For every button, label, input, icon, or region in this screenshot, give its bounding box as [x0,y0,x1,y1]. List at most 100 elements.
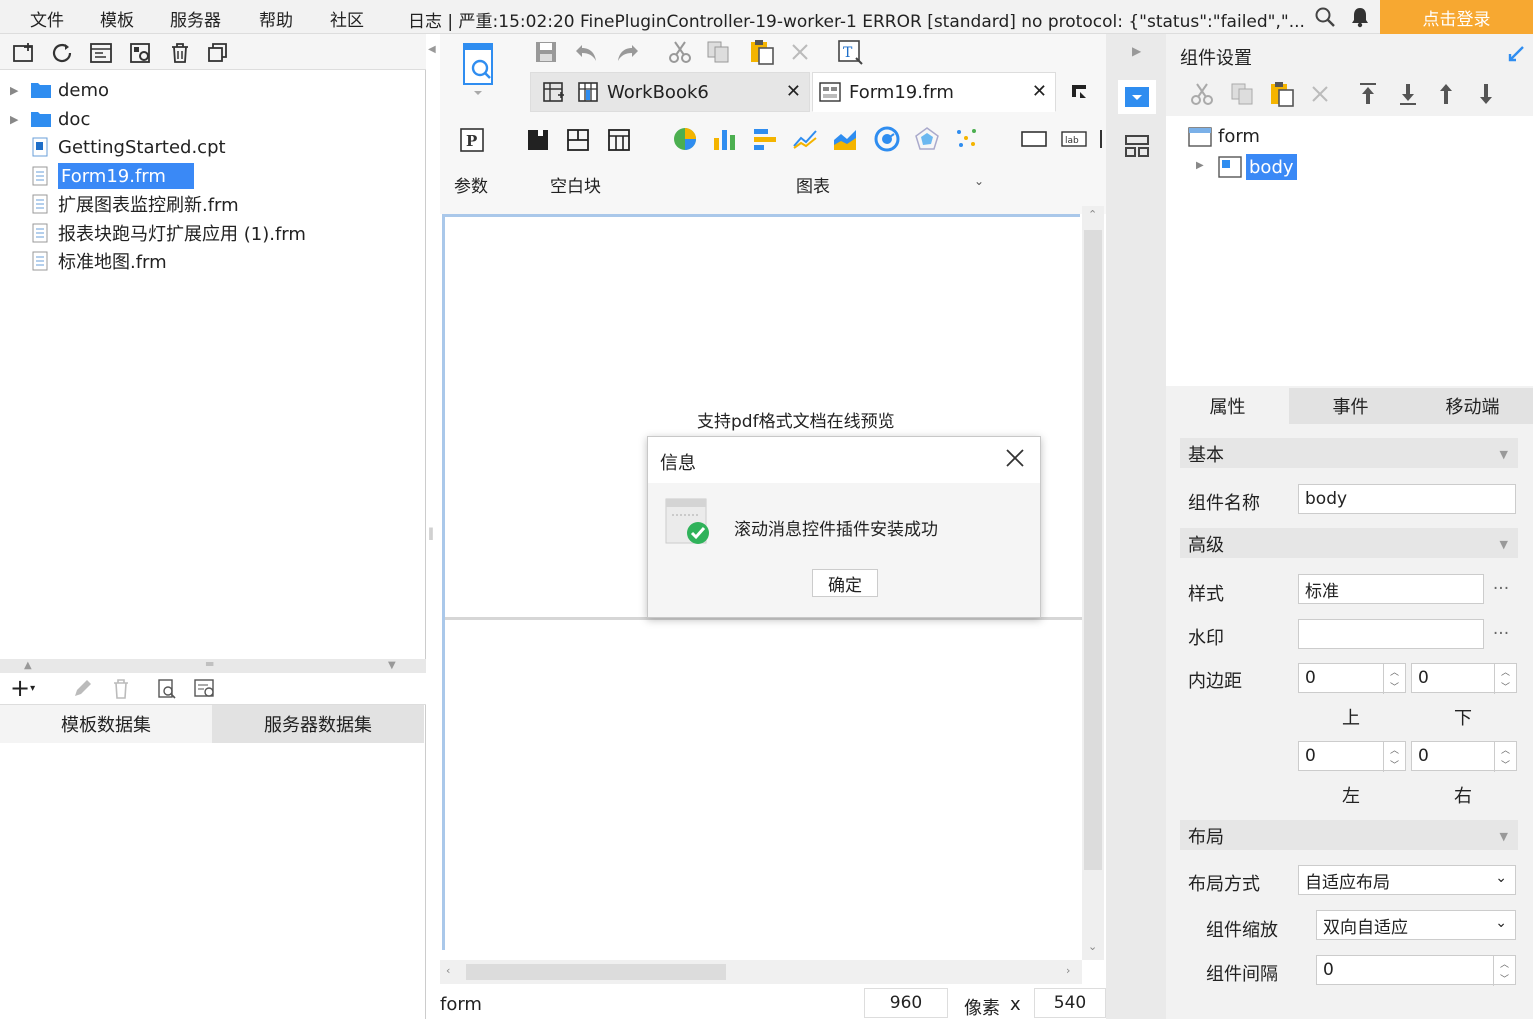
copy-widget-icon[interactable] [1230,82,1256,106]
move-down-icon[interactable] [1476,82,1496,106]
vertical-scrollbar[interactable]: ⌃ ⌄ [1082,206,1104,960]
menu-community[interactable]: 社区 [330,6,364,31]
tree-item-demo[interactable]: ▶ demo [10,77,109,103]
stepper-icon[interactable]: ︿ ﹀ [1494,664,1516,694]
refresh-icon[interactable] [51,42,75,64]
param-icon[interactable]: P [460,128,484,152]
remove-icon[interactable] [790,42,810,62]
drag-handle-icon[interactable]: ═ [206,657,213,671]
copy-window-icon[interactable] [206,42,230,64]
settings-icon[interactable] [129,42,153,64]
layout-settings-icon[interactable] [1124,134,1150,158]
horizontal-bar-icon[interactable] [752,126,778,152]
login-button[interactable]: 点击登录 [1380,0,1533,34]
paste-icon[interactable] [748,38,776,66]
close-tab-icon[interactable]: ✕ [786,81,801,102]
tree-node-body[interactable]: body [1246,154,1297,180]
scroll-up-icon[interactable]: ⌃ [1088,208,1097,221]
text-edit-icon[interactable]: T [838,40,864,66]
paste-widget-icon[interactable] [1268,80,1296,108]
grid-block-icon[interactable] [607,128,631,152]
area-chart-icon[interactable] [832,126,858,152]
scale-select[interactable]: 双向自适应 ⌄ [1316,910,1516,940]
split-block-icon[interactable] [566,128,590,152]
close-icon[interactable] [1004,447,1026,469]
tab-properties[interactable]: 属性 [1166,388,1289,424]
move-up-icon[interactable] [1436,82,1456,106]
menu-server[interactable]: 服务器 [170,6,221,31]
new-folder-icon[interactable] [12,42,36,64]
search-icon[interactable] [1314,6,1336,28]
layout-mode-select[interactable]: 自适应布局 ⌄ [1298,865,1516,895]
collapse-up-icon[interactable]: ▲ [24,660,32,671]
chart-expand-icon[interactable]: ⌄ [974,174,984,188]
collapse-left-icon[interactable]: ◀ [428,44,436,55]
component-name-input[interactable]: body [1298,484,1516,514]
bar-chart-icon[interactable] [712,126,738,152]
tree-item-map[interactable]: 标准地图.frm [10,248,167,274]
delete-icon[interactable] [168,42,192,64]
scatter-chart-icon[interactable] [954,126,980,152]
pin-icon[interactable] [1508,44,1526,62]
padding-left-input[interactable]: 0 ︿ ﹀ [1298,741,1406,772]
cut-icon[interactable] [668,40,692,64]
tree-item-form19[interactable]: Form19.frm [10,163,194,189]
close-tab-icon[interactable]: ✕ [1032,81,1047,102]
tab-menu-icon[interactable] [1068,80,1092,102]
splitter-handle-icon[interactable]: ‖ [428,526,434,540]
style-input[interactable]: 标准 [1298,574,1484,604]
section-advanced[interactable]: 高级 ▼ [1180,528,1518,558]
tab-form19[interactable]: Form19.frm ✕ [812,72,1056,112]
preview-dataset-icon[interactable] [156,679,178,699]
tree-item-monitor[interactable]: 扩展图表监控刷新.frm [10,191,239,217]
menu-help[interactable]: 帮助 [259,6,293,31]
section-basic[interactable]: 基本 ▼ [1180,438,1518,468]
delete-dataset-icon[interactable] [110,679,132,699]
watermark-more-button[interactable]: ··· [1486,619,1516,649]
textbox-widget-icon[interactable] [1020,130,1048,148]
tab-server-dataset[interactable]: 服务器数据集 [212,705,424,743]
cut-widget-icon[interactable] [1190,82,1214,106]
tab-workbook6[interactable]: WorkBook6 ✕ [530,72,810,112]
menu-file[interactable]: 文件 [30,6,64,31]
height-input[interactable]: 540 [1034,988,1106,1018]
horizontal-scrollbar[interactable]: ‹ › [440,960,1082,984]
label-widget-icon[interactable]: lab [1060,130,1088,148]
remove-widget-icon[interactable] [1310,84,1330,104]
radar-chart-icon[interactable] [914,126,940,152]
menu-template[interactable]: 模板 [100,6,134,31]
widget-settings-icon[interactable] [1118,80,1156,114]
tree-item-doc[interactable]: ▶ doc [10,106,90,132]
stepper-icon[interactable]: ︿ ﹀ [1383,742,1405,772]
edit-icon[interactable] [72,679,94,699]
log-message[interactable]: 日志 | 严重:15:02:20 FinePluginController-19… [408,7,1308,32]
padding-right-input[interactable]: 0 ︿ ﹀ [1411,741,1517,772]
line-chart-icon[interactable] [792,126,818,152]
expand-arrow-icon[interactable]: ▶ [10,113,24,126]
tree-item-gettingstarted[interactable]: GettingStarted.cpt [10,134,226,160]
hscroll-thumb[interactable] [466,964,726,980]
save-icon[interactable] [534,40,560,64]
expand-arrow-icon[interactable]: ▶ [10,84,24,97]
add-dataset-icon[interactable]: +▾ [10,676,35,701]
move-bottom-icon[interactable] [1398,82,1418,106]
stepper-icon[interactable]: ︿ ﹀ [1383,664,1405,694]
scroll-thumb[interactable] [1084,230,1102,870]
dataset-settings-icon[interactable] [194,679,216,699]
gap-input[interactable]: 0 ︿ ﹀ [1316,955,1516,986]
pie-chart-icon[interactable] [672,126,698,152]
watermark-input[interactable] [1298,619,1484,649]
tree-item-marquee[interactable]: 报表块跑马灯扩展应用 (1).frm [10,220,306,246]
padding-bottom-input[interactable]: 0 ︿ ﹀ [1411,663,1517,694]
expand-right-icon[interactable]: ▶ [1132,44,1141,58]
width-input[interactable]: 960 [864,988,948,1018]
panel-splitter[interactable]: ▲ ═ ▼ [0,657,426,673]
copy-icon[interactable] [706,40,732,64]
section-layout[interactable]: 布局 ▼ [1180,820,1518,850]
tab-mobile[interactable]: 移动端 [1412,388,1533,424]
ok-button[interactable]: 确定 [812,569,878,597]
template-preview-icon[interactable] [460,42,496,98]
tab-events[interactable]: 事件 [1289,388,1412,424]
collapse-down-icon[interactable]: ▼ [388,660,396,671]
undo-icon[interactable] [574,42,600,64]
